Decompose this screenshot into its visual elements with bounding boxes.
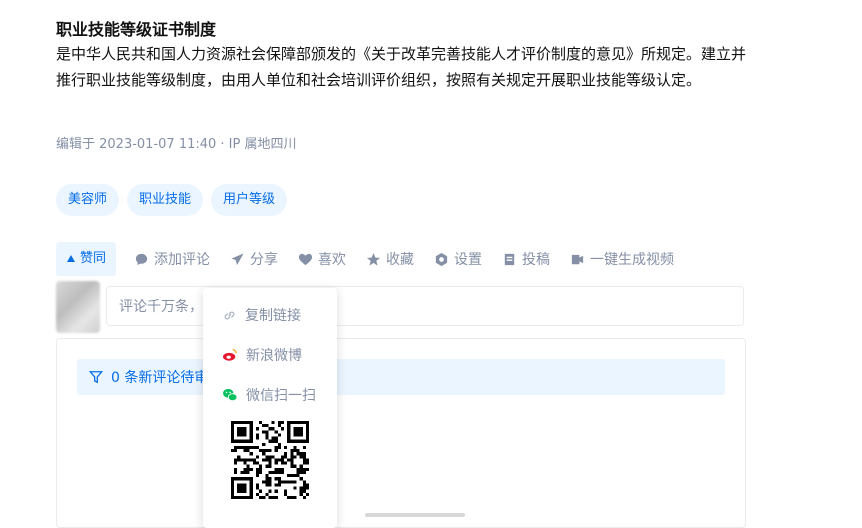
comment-icon bbox=[135, 253, 148, 265]
collect-label: 收藏 bbox=[386, 252, 415, 268]
wechat-icon bbox=[223, 388, 238, 402]
new-comments-label: 0 条新评论待审 bbox=[111, 370, 209, 386]
tag-user-level[interactable]: 用户等级 bbox=[211, 184, 288, 216]
tag-list: 美容师 职业技能 用户等级 bbox=[56, 184, 288, 216]
article-body: 是中华人民共和国人力资源社会保障部颁发的《关于改革完善技能人才评价制度的意见》所… bbox=[56, 45, 747, 89]
add-comment-button[interactable]: 添加评论 bbox=[134, 249, 210, 269]
edit-meta: 编辑于 2023-01-07 11:40 · IP 属地四川 bbox=[56, 137, 297, 152]
share-popover: 复制链接 新浪微博 微信扫一扫 bbox=[203, 288, 337, 528]
vote-label: 赞同 bbox=[80, 251, 107, 266]
qr-code-icon bbox=[231, 421, 309, 499]
tag-vocational-skill[interactable]: 职业技能 bbox=[127, 184, 204, 216]
video-icon bbox=[571, 254, 584, 264]
share-button[interactable]: 分享 bbox=[230, 249, 278, 269]
like-label: 喜欢 bbox=[318, 252, 347, 268]
generate-video-label: 一键生成视频 bbox=[590, 252, 675, 268]
like-button[interactable]: 喜欢 bbox=[298, 249, 346, 269]
filter-icon bbox=[89, 371, 103, 384]
settings-label: 设置 bbox=[454, 252, 483, 268]
wechat-item[interactable]: 微信扫一扫 bbox=[222, 385, 316, 405]
weibo-item[interactable]: 新浪微博 bbox=[222, 345, 302, 365]
copy-link-label: 复制链接 bbox=[245, 308, 301, 324]
generate-video-button[interactable]: 一键生成视频 bbox=[570, 249, 674, 269]
tag-beautician[interactable]: 美容师 bbox=[56, 184, 120, 216]
copy-link-item[interactable]: 复制链接 bbox=[222, 305, 301, 325]
new-comments-notice[interactable]: 0 条新评论待审 bbox=[77, 359, 725, 395]
gear-icon bbox=[435, 252, 448, 266]
scrollbar[interactable] bbox=[365, 513, 465, 517]
settings-button[interactable]: 设置 bbox=[434, 249, 482, 269]
share-label: 分享 bbox=[250, 252, 279, 268]
triangle-up-icon bbox=[67, 255, 75, 262]
heart-icon bbox=[298, 253, 313, 265]
paper-plane-icon bbox=[231, 252, 244, 265]
weibo-icon bbox=[223, 349, 237, 361]
comment-input[interactable]: 评论千万条， bbox=[106, 286, 744, 326]
article-title: 职业技能等级证书制度 bbox=[56, 20, 217, 39]
star-icon bbox=[366, 252, 381, 266]
collect-button[interactable]: 收藏 bbox=[366, 249, 414, 269]
link-icon bbox=[224, 311, 235, 319]
submit-button[interactable]: 投稿 bbox=[502, 249, 550, 269]
weibo-label: 新浪微博 bbox=[246, 348, 302, 364]
wechat-label: 微信扫一扫 bbox=[246, 388, 316, 404]
add-comment-label: 添加评论 bbox=[154, 252, 211, 268]
avatar bbox=[56, 281, 100, 333]
action-bar: 赞同 添加评论 分享 喜欢 收藏 设置 投稿 一键生成视频 bbox=[56, 242, 694, 276]
submit-label: 投稿 bbox=[522, 252, 551, 268]
vote-button[interactable]: 赞同 bbox=[56, 242, 117, 276]
inbox-icon bbox=[504, 253, 515, 265]
